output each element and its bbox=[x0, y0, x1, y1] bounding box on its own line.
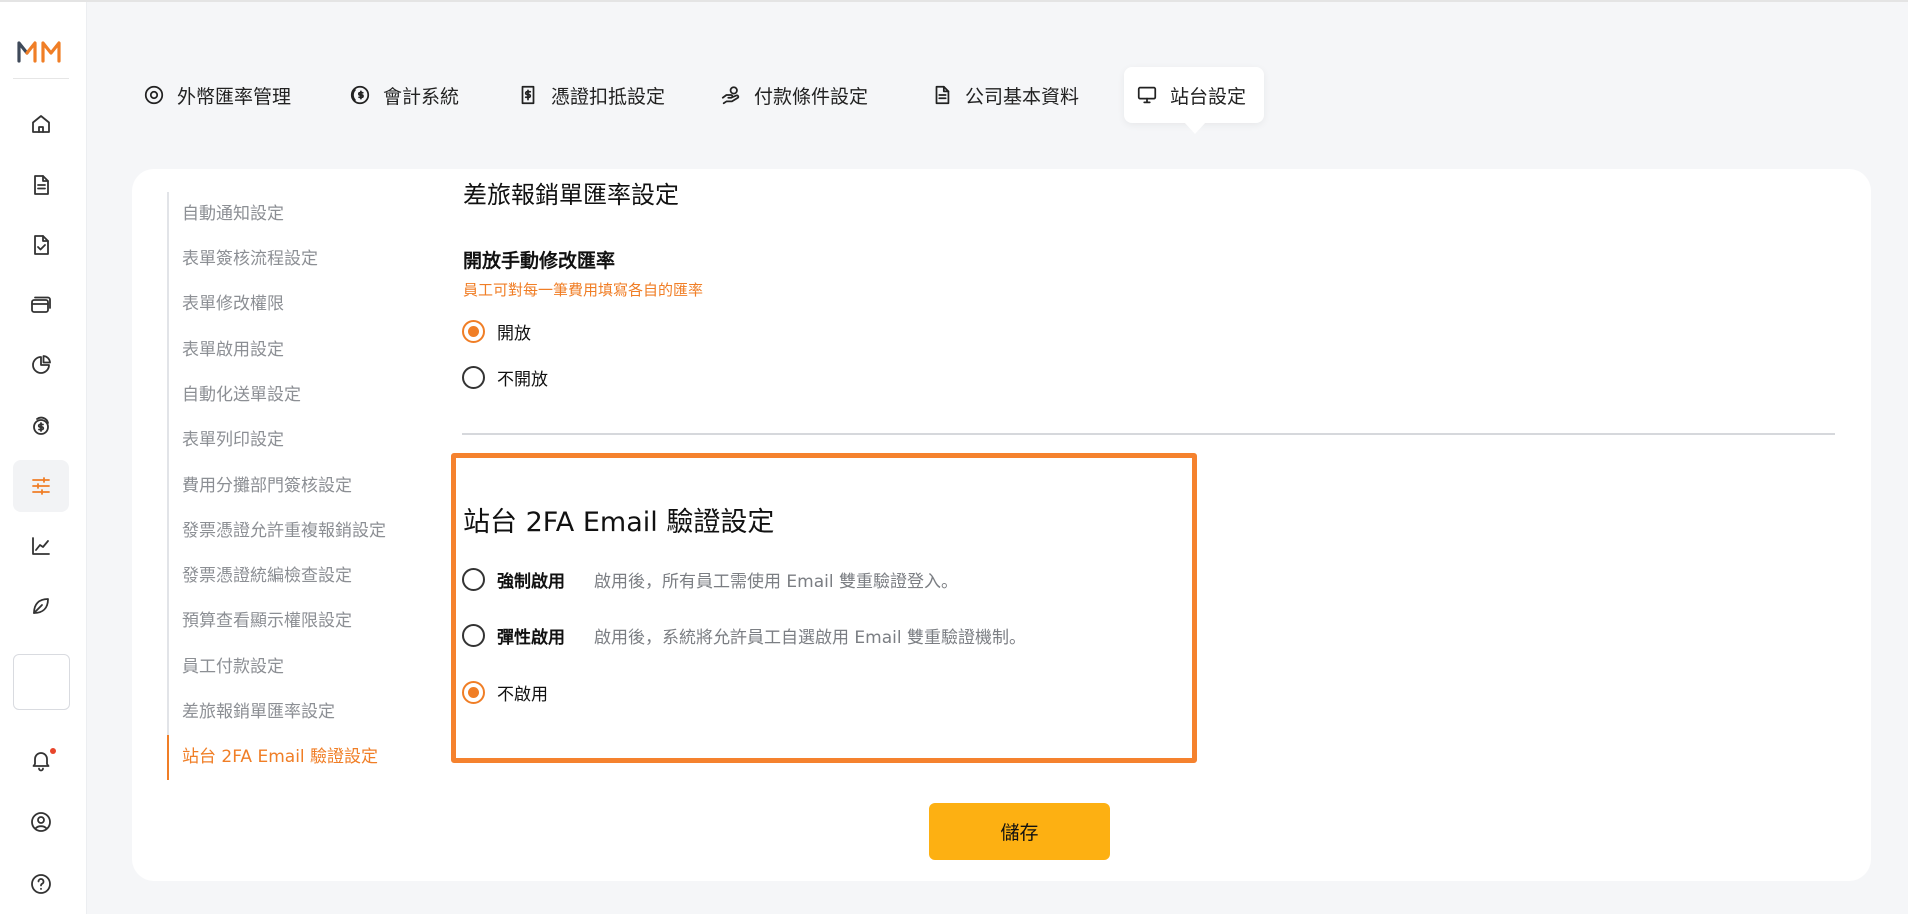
document-lines-icon bbox=[935, 85, 950, 105]
subnav-item-employee-payment[interactable]: 員工付款設定 bbox=[182, 654, 284, 680]
subnav-track bbox=[167, 192, 169, 780]
radio-circle[interactable] bbox=[462, 319, 485, 343]
tab-label: 會計系統 bbox=[383, 85, 460, 108]
radio-label: 彈性啟用 bbox=[497, 627, 565, 648]
target-icon bbox=[144, 85, 164, 105]
radio-option-disable[interactable]: 不啟用 bbox=[462, 679, 548, 705]
subnav-item-edit-permission[interactable]: 表單修改權限 bbox=[182, 291, 284, 317]
subnav-active-indicator bbox=[167, 735, 169, 780]
tab-company-info[interactable]: 公司基本資料 bbox=[919, 67, 1091, 123]
pie-chart-icon bbox=[32, 355, 51, 374]
top-border bbox=[0, 0, 1908, 2]
radio-circle[interactable] bbox=[462, 680, 485, 704]
brand-logo[interactable] bbox=[17, 37, 67, 65]
tab-exchange-rate[interactable]: 外幣匯率管理 bbox=[131, 67, 303, 123]
subnav-item-approval-flow[interactable]: 表單簽核流程設定 bbox=[182, 246, 318, 272]
tab-accounting[interactable]: 會計系統 bbox=[337, 67, 471, 123]
save-button[interactable]: 儲存 bbox=[929, 803, 1110, 860]
sidebar-item-finance[interactable] bbox=[13, 400, 69, 452]
subnav-item-2fa-email[interactable]: 站台 2FA Email 驗證設定 bbox=[182, 744, 378, 770]
sidebar-item-reports[interactable] bbox=[13, 339, 69, 391]
subnav-item-auto-notify[interactable]: 自動通知設定 bbox=[182, 201, 284, 227]
tab-voucher-deduction[interactable]: 憑證扣抵設定 bbox=[505, 67, 677, 123]
subnav-item-tax-id-check[interactable]: 發票憑證統編檢查設定 bbox=[182, 563, 352, 589]
radio-option-force-enable[interactable]: 強制啟用 啟用後，所有員工需使用 Email 雙重驗證登入。 bbox=[462, 566, 958, 592]
home-icon bbox=[32, 115, 50, 133]
tab-label: 憑證扣抵設定 bbox=[551, 85, 666, 108]
logo-divider bbox=[13, 78, 69, 79]
subnav-item-budget-view[interactable]: 預算查看顯示權限設定 bbox=[182, 608, 352, 634]
sidebar-item-approvals[interactable] bbox=[13, 219, 69, 271]
sidebar-item-help[interactable] bbox=[13, 858, 69, 910]
field-label-manual-rate: 開放手動修改匯率 bbox=[463, 250, 616, 272]
tab-label: 付款條件設定 bbox=[754, 85, 869, 108]
radio-circle[interactable] bbox=[462, 365, 485, 389]
hand-coin-icon bbox=[721, 86, 740, 105]
radio-label: 不啟用 bbox=[497, 684, 548, 705]
radio-option-flexible-enable[interactable]: 彈性啟用 啟用後，系統將允許員工自選啟用 Email 雙重驗證機制。 bbox=[462, 622, 1026, 648]
tab-label: 站台設定 bbox=[1170, 85, 1247, 108]
sliders-icon bbox=[32, 477, 50, 495]
radio-circle[interactable] bbox=[462, 567, 485, 591]
radio-option-open[interactable]: 開放 bbox=[462, 318, 531, 344]
sidebar-item-notifications[interactable] bbox=[13, 734, 69, 786]
dollar-stack-icon bbox=[33, 416, 49, 435]
radio-label: 不開放 bbox=[497, 369, 548, 390]
sidebar-item-settings[interactable] bbox=[13, 460, 69, 512]
sidebar-item-cards[interactable] bbox=[13, 279, 69, 331]
tab-label: 外幣匯率管理 bbox=[177, 85, 292, 108]
radio-label: 強制啟用 bbox=[497, 571, 565, 592]
radio-label: 開放 bbox=[497, 323, 531, 344]
card-icon bbox=[31, 296, 51, 313]
radio-description: 啟用後，系統將允許員工自選啟用 Email 雙重驗證機制。 bbox=[594, 627, 1026, 648]
coin-icon bbox=[350, 85, 370, 105]
subnav-item-form-enable[interactable]: 表單啟用設定 bbox=[182, 337, 284, 363]
receipt-dollar-icon bbox=[521, 85, 535, 105]
sidebar-item-documents[interactable] bbox=[13, 159, 69, 211]
sidebar-item-esg[interactable] bbox=[13, 580, 69, 632]
active-tab-caret bbox=[1184, 122, 1206, 134]
subnav-item-cost-allocation[interactable]: 費用分攤部門簽核設定 bbox=[182, 473, 352, 499]
leaf-icon bbox=[33, 598, 49, 614]
subnav-item-travel-exchange-rate[interactable]: 差旅報銷單匯率設定 bbox=[182, 699, 335, 725]
sidebar-item-profile[interactable] bbox=[13, 796, 69, 848]
line-chart-icon bbox=[32, 537, 50, 555]
notification-dot bbox=[50, 748, 56, 754]
tab-site-settings[interactable]: 站台設定 bbox=[1124, 67, 1264, 123]
monitor-icon bbox=[1137, 86, 1157, 104]
radio-circle[interactable] bbox=[462, 623, 485, 647]
document-check-icon bbox=[34, 235, 49, 255]
help-icon bbox=[31, 874, 51, 894]
user-circle-icon bbox=[31, 812, 51, 832]
tab-payment-terms[interactable]: 付款條件設定 bbox=[708, 67, 880, 123]
sidebar-item-home[interactable] bbox=[13, 98, 69, 150]
tab-label: 公司基本資料 bbox=[965, 85, 1080, 108]
sidebar bbox=[0, 2, 87, 914]
section-title: 差旅報銷單匯率設定 bbox=[463, 182, 679, 209]
field-hint: 員工可對每一筆費用填寫各自的匯率 bbox=[463, 281, 704, 299]
subnav-item-print[interactable]: 表單列印設定 bbox=[182, 427, 284, 453]
radio-description: 啟用後，所有員工需使用 Email 雙重驗證登入。 bbox=[594, 571, 958, 592]
subnav-item-auto-submit[interactable]: 自動化送單設定 bbox=[182, 382, 301, 408]
section-title-clip: 差旅報銷單匯率設定 bbox=[463, 182, 863, 212]
twofa-section-title: 站台 2FA Email 驗證設定 bbox=[463, 507, 775, 538]
sidebar-empty-box[interactable] bbox=[13, 654, 70, 710]
section-divider bbox=[462, 433, 1835, 435]
sidebar-item-analytics[interactable] bbox=[13, 520, 69, 572]
radio-option-not-open[interactable]: 不開放 bbox=[462, 364, 548, 390]
subnav-item-duplicate-invoice[interactable]: 發票憑證允許重複報銷設定 bbox=[182, 518, 386, 544]
document-icon bbox=[34, 175, 49, 195]
